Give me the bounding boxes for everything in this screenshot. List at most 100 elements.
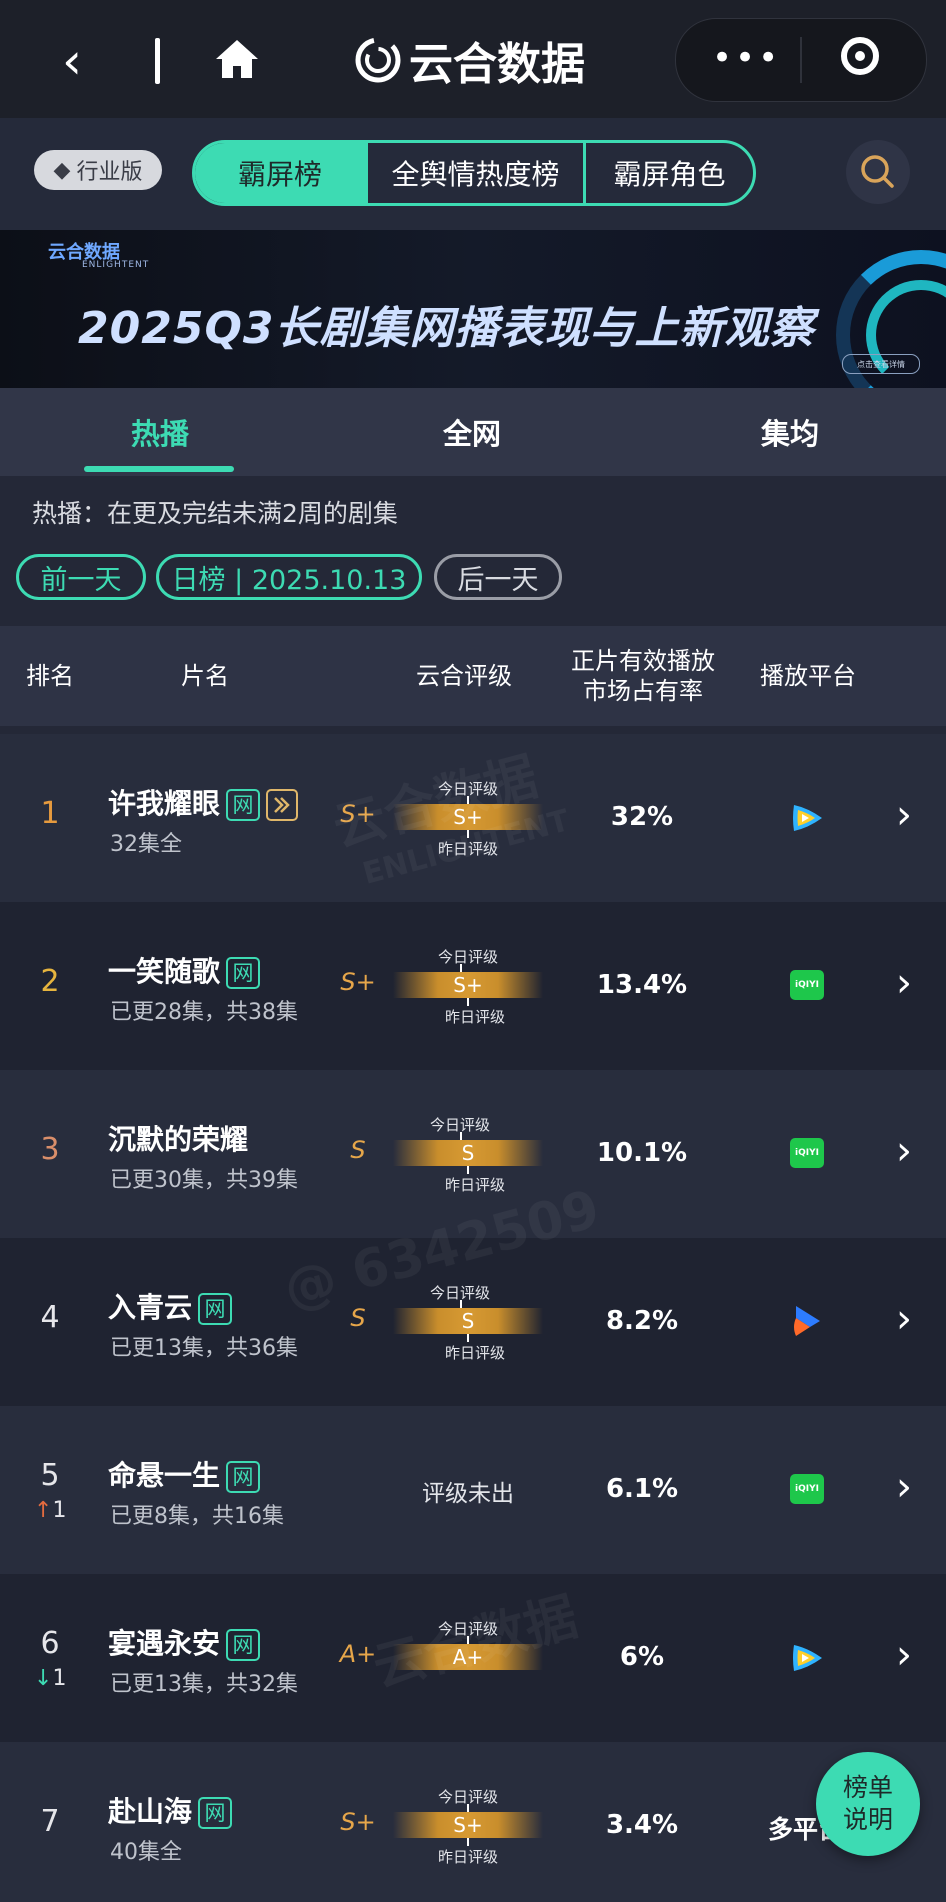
tab-dominance-chart[interactable]: 霸屏榜 — [195, 143, 365, 203]
rank-change-value: 1 — [52, 1666, 67, 1691]
youku-icon — [790, 1304, 826, 1336]
table-row[interactable]: 7 赴山海网 40集全 S+ 今日评级 S+ 昨日评级 3.4% 多平台 › — [0, 1742, 946, 1902]
chevron-right-icon[interactable]: › — [896, 1464, 912, 1510]
arrow-down-icon: ↓ — [34, 1666, 53, 1691]
yesterday-rating-label: 昨日评级 — [444, 1176, 505, 1194]
subtab-hot[interactable]: 热播 — [60, 388, 260, 476]
table-row[interactable]: 5 ↑1 命悬一生网 已更8集，共16集 评级未出 6.1% iQIYI › — [0, 1406, 946, 1574]
chart-explanation-button[interactable]: 榜单 说明 — [816, 1752, 920, 1856]
yesterday-rating: S+ — [340, 968, 376, 996]
rating-tick — [467, 1804, 469, 1812]
rating-not-available: 评级未出 — [422, 1481, 514, 1507]
chevron-right-icon[interactable]: › — [896, 1296, 912, 1342]
subtab-all-net[interactable]: 全网 — [372, 388, 572, 476]
show-title-text: 许我耀眼 — [108, 787, 221, 820]
tab-dominance-roles[interactable]: 霸屏角色 — [583, 143, 753, 203]
show-title: 许我耀眼网 — [108, 782, 299, 822]
subtab-per-episode[interactable]: 集均 — [690, 388, 890, 476]
market-share: 10.1% — [596, 1138, 688, 1168]
show-title-text: 宴遇永安 — [108, 1627, 221, 1660]
show-title: 宴遇永安网 — [108, 1622, 261, 1662]
header-share-line2: 市场占有率 — [583, 677, 703, 705]
yesterday-rating-label: 昨日评级 — [444, 1008, 505, 1026]
market-share: 6.1% — [605, 1474, 679, 1504]
tencent-video-icon — [790, 1642, 826, 1672]
next-day-button[interactable]: 后一天 — [434, 554, 562, 600]
market-share: 32% — [610, 802, 674, 832]
show-title: 赴山海网 — [108, 1790, 233, 1830]
active-tab-indicator — [84, 466, 234, 472]
rating-tick — [460, 1300, 462, 1308]
sub-tabs: 热播 全网 集均 — [0, 388, 946, 476]
rank-number: 5 — [40, 1458, 60, 1493]
today-rating-label: 今日评级 — [437, 948, 498, 966]
promo-banner[interactable]: 云合数据 ENLIGHTENT 2025Q3长剧集网播表现与上新观察 点击查看详… — [0, 230, 946, 388]
close-miniprogram-icon[interactable] — [841, 37, 879, 75]
show-title-text: 入青云 — [108, 1291, 193, 1324]
header-share-line1: 正片有效播放 — [571, 647, 715, 675]
header-rank: 排名 — [26, 662, 74, 690]
today-rating: S — [461, 1141, 475, 1165]
show-title-text: 一笑随歌 — [108, 955, 221, 988]
net-drama-tag: 网 — [198, 1293, 233, 1325]
iqiyi-icon: iQIYI — [790, 1474, 824, 1504]
home-icon[interactable] — [214, 38, 260, 84]
net-drama-tag: 网 — [226, 1461, 261, 1493]
date-selector[interactable]: 日榜 | 2025.10.13 — [156, 554, 422, 600]
rank-number: 6 — [40, 1626, 60, 1661]
market-share: 6% — [619, 1642, 665, 1672]
fab-line2: 说明 — [842, 1805, 893, 1834]
table-header: 排名 片名 云合评级 正片有效播放 市场占有率 播放平台 — [0, 626, 946, 726]
mini-program-nav-bar: ‹ 云合数据 ••• — [0, 0, 946, 118]
tencent-video-icon — [790, 802, 826, 832]
rating-tick — [460, 964, 462, 972]
rating-tick — [460, 1132, 462, 1140]
diamond-icon: ◆ — [53, 157, 71, 183]
prev-day-button[interactable]: 前一天 — [16, 554, 146, 600]
edition-label: 行业版 — [76, 160, 143, 185]
table-row[interactable]: 2 一笑随歌网 已更28集，共38集 S+ 今日评级 S+ 昨日评级 13.4%… — [0, 902, 946, 1070]
today-rating: S — [461, 1309, 475, 1333]
show-title: 沉默的荣耀 — [108, 1118, 248, 1158]
episode-info: 已更13集，共32集 — [110, 1672, 298, 1697]
chart-description: 热播：在更及完结未满2周的剧集 — [32, 499, 398, 528]
net-drama-tag: 网 — [198, 1797, 233, 1829]
show-title: 一笑随歌网 — [108, 950, 261, 990]
edition-badge[interactable]: ◆ 行业版 — [34, 150, 162, 190]
brand: 云合数据 — [355, 30, 585, 90]
net-drama-tag: 网 — [226, 1629, 261, 1661]
show-title-text: 赴山海 — [108, 1795, 193, 1828]
show-title: 命悬一生网 — [108, 1454, 261, 1494]
rank-change-value: 1 — [52, 1498, 67, 1523]
net-drama-tag: 网 — [226, 789, 261, 821]
chevron-right-icon[interactable]: › — [896, 960, 912, 1006]
play-forward-icon — [266, 789, 299, 821]
banner-detail-button[interactable]: 点击查看详情 — [842, 354, 920, 374]
nav-divider — [155, 38, 160, 84]
rank-number: 1 — [40, 796, 60, 831]
search-icon — [861, 155, 894, 188]
capsule-divider — [800, 37, 802, 83]
search-button[interactable] — [846, 140, 910, 204]
yesterday-rating-label: 昨日评级 — [437, 1848, 498, 1866]
brand-logo-icon — [355, 37, 401, 83]
today-rating: S+ — [453, 973, 483, 997]
episode-info: 32集全 — [110, 832, 182, 857]
rating-tick — [467, 1166, 469, 1174]
market-share: 3.4% — [605, 1810, 679, 1840]
rank-number: 4 — [40, 1300, 60, 1335]
back-icon[interactable]: ‹ — [62, 36, 82, 86]
yesterday-rating-label: 昨日评级 — [444, 1344, 505, 1362]
header-platform: 播放平台 — [760, 662, 856, 690]
show-title: 入青云网 — [108, 1286, 233, 1326]
fab-line1: 榜单 — [842, 1773, 893, 1802]
chevron-right-icon[interactable]: › — [896, 1128, 912, 1174]
more-icon[interactable]: ••• — [712, 41, 781, 75]
chevron-right-icon[interactable]: › — [896, 1632, 912, 1678]
chevron-right-icon[interactable]: › — [896, 792, 912, 838]
tab-public-opinion-chart[interactable]: 全舆情热度榜 — [365, 143, 583, 203]
show-title-text: 命悬一生 — [108, 1459, 221, 1492]
rating-tick — [467, 1334, 469, 1342]
episode-info: 已更13集，共36集 — [110, 1336, 298, 1361]
capsule-menu: ••• — [675, 18, 927, 102]
